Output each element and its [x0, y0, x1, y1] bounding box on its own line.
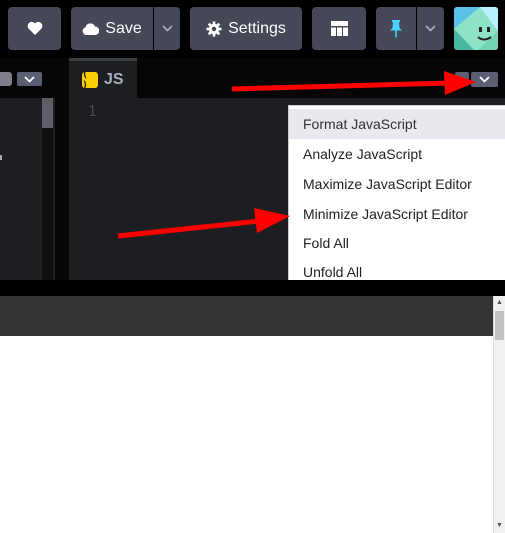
css-code-fragment — [0, 155, 2, 160]
menu-item-format-javascript[interactable]: Format JavaScript — [289, 109, 505, 139]
change-view-button[interactable] — [312, 7, 366, 50]
js-options-button[interactable] — [471, 72, 498, 87]
scroll-down-icon[interactable]: ▼ — [494, 519, 505, 531]
pin-button[interactable] — [376, 7, 416, 50]
save-label: Save — [105, 19, 142, 37]
line-number: 1 — [88, 104, 97, 120]
css-scrollbar-thumb[interactable] — [42, 98, 53, 128]
chevron-down-icon — [161, 25, 173, 32]
js-tab-title: JS — [104, 70, 124, 88]
js-editor-tab[interactable]: ( ) JS — [69, 58, 137, 98]
chevron-down-icon — [24, 75, 35, 83]
js-settings-icon[interactable] — [455, 72, 469, 86]
pin-options-button[interactable] — [417, 7, 444, 50]
pin-icon — [390, 19, 402, 37]
menu-item-fold-all[interactable]: Fold All — [289, 228, 505, 258]
menu-item-maximize-editor[interactable]: Maximize JavaScript Editor — [289, 169, 505, 199]
css-options-button[interactable] — [17, 72, 42, 86]
editor-resizer[interactable] — [55, 58, 69, 280]
settings-button[interactable]: Settings — [190, 7, 302, 50]
save-options-button[interactable] — [154, 7, 180, 50]
layout-icon — [330, 21, 348, 36]
settings-label: Settings — [228, 19, 286, 37]
preview-toolbar — [0, 296, 493, 336]
menu-item-unfold-all[interactable]: Unfold All — [289, 257, 505, 280]
avatar-image — [454, 7, 498, 50]
menu-item-analyze-javascript[interactable]: Analyze JavaScript — [289, 139, 505, 169]
preview-resizer[interactable] — [0, 280, 505, 296]
preview-frame[interactable] — [0, 336, 493, 533]
css-editor-pane — [0, 58, 55, 280]
cloud-icon — [82, 22, 100, 35]
css-editor-header — [0, 58, 55, 98]
menu-item-minimize-editor[interactable]: Minimize JavaScript Editor — [289, 199, 505, 229]
love-button[interactable] — [8, 7, 61, 50]
js-badge-icon: ( ) — [82, 69, 98, 91]
css-scrollbar[interactable] — [42, 98, 53, 280]
heart-icon — [27, 21, 42, 35]
save-button[interactable]: Save — [71, 7, 153, 50]
preview-scrollbar-thumb[interactable] — [495, 311, 504, 340]
user-avatar[interactable] — [454, 7, 498, 50]
gear-icon — [206, 21, 222, 36]
scroll-up-icon[interactable]: ▲ — [494, 296, 505, 308]
js-editor-header: ( ) JS — [69, 58, 505, 98]
js-options-menu: Format JavaScript Analyze JavaScript Max… — [288, 105, 505, 280]
chevron-down-icon — [425, 25, 436, 32]
preview-scrollbar[interactable]: ▲ ▼ — [493, 296, 505, 533]
chevron-down-icon — [479, 76, 490, 83]
css-settings-icon[interactable] — [0, 72, 12, 86]
header-bar: Save Settings — [0, 0, 505, 58]
